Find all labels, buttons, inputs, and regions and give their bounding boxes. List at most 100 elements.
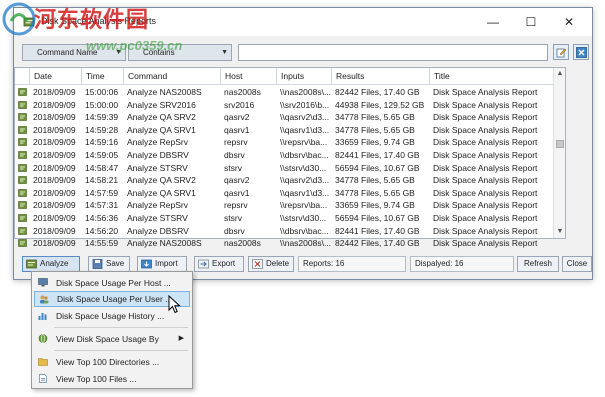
table-cell-title: Disk Space Analysis Report: [433, 225, 538, 236]
table-row[interactable]: 2018/09/09 14:59:05 Analyze DBSRV dbsrv \\db…: [15, 149, 553, 162]
table-row[interactable]: 2018/09/09 14:59:28 Analyze QA SRV1 qasrv1 \…: [15, 124, 553, 137]
table-cell-results: 82442 Files, 17.40 GB: [335, 87, 420, 97]
report-icon: [18, 226, 27, 235]
column-header-inputs[interactable]: Inputs: [276, 68, 331, 85]
table-cell-time: 15:00:06: [85, 87, 119, 97]
table-row[interactable]: 2018/09/09 14:59:39 Analyze QA SRV2 qasrv2 \…: [15, 111, 553, 124]
apply-filter-button[interactable]: [553, 44, 569, 60]
table-cell-command: Analyze STSRV: [127, 212, 188, 223]
table-cell-host: srv2016: [224, 99, 255, 110]
menu-item-top-files[interactable]: View Top 100 Files ...: [34, 371, 190, 387]
table-cell-command: Analyze DBSRV: [127, 225, 189, 236]
menu-item-usage-history[interactable]: Disk Space Usage History ...: [34, 308, 190, 324]
table-cell-command: Analyze QA SRV1: [127, 124, 196, 135]
table-cell-inputs: \\repsrv\ba...: [280, 137, 328, 148]
filter-field-select[interactable]: Command Name ▼: [22, 44, 126, 61]
displayed-count: Dispalyed: 16: [410, 256, 514, 272]
table-row[interactable]: 2018/09/09 14:58:21 Analyze QA SRV2 qasrv2 \…: [15, 174, 553, 187]
menu-separator: [54, 327, 188, 328]
menu-item-usage-per-host[interactable]: Disk Space Usage Per Host ...: [34, 275, 190, 291]
file-icon: [39, 374, 47, 383]
table-cell-host: nas2008s: [224, 87, 261, 97]
table-header: Date Time Command Host Inputs Results Ti…: [15, 68, 553, 85]
table-cell-title: Disk Space Analysis Report: [433, 162, 538, 173]
analyze-label: Analyze: [40, 259, 69, 268]
table-cell-time: 14:56:20: [85, 225, 119, 236]
table-row[interactable]: 2018/09/09 14:59:16 Analyze RepSrv repsrv \\…: [15, 136, 553, 149]
table-cell-title: Disk Space Analysis Report: [433, 238, 538, 249]
table-cell-time: 14:56:36: [85, 212, 119, 223]
table-cell-time: 14:59:05: [85, 149, 119, 160]
table-row[interactable]: 2018/09/09 14:57:31 Analyze RepSrv repsrv \\…: [15, 199, 553, 212]
import-button[interactable]: Import: [137, 256, 187, 272]
table-cell-results: 34778 Files, 5.65 GB: [335, 112, 415, 123]
export-button[interactable]: Export: [194, 256, 244, 272]
column-header-command[interactable]: Command: [123, 68, 220, 85]
filter-value-input[interactable]: [238, 44, 548, 61]
save-label: Save: [106, 259, 125, 268]
column-header-title[interactable]: Title: [429, 68, 555, 85]
table-cell-time: 14:57:59: [85, 187, 119, 198]
analyze-button[interactable]: Analyze: [22, 256, 80, 272]
table-cell-time: 15:00:00: [85, 99, 119, 110]
reports-count: Reports: 16: [298, 256, 406, 272]
close-window-button[interactable]: ✕: [554, 8, 584, 36]
table-cell-title: Disk Space Analysis Report: [433, 87, 538, 97]
reports-table: Date Time Command Host Inputs Results Ti…: [14, 67, 566, 248]
table-cell-results: 82441 Files, 17.40 GB: [335, 225, 420, 236]
clear-filter-button[interactable]: [573, 44, 589, 60]
minimize-button[interactable]: —: [478, 8, 508, 36]
analyze-dropdown-menu: Disk Space Usage Per Host ... Disk Space…: [31, 271, 193, 389]
table-cell-command: Analyze QA SRV1: [127, 187, 196, 198]
column-header-date[interactable]: Date: [29, 68, 81, 85]
analyze-icon: [26, 259, 37, 269]
vertical-scrollbar[interactable]: ▲ ▼: [553, 68, 565, 238]
column-header-host[interactable]: Host: [220, 68, 276, 85]
edit-icon: [556, 48, 567, 58]
window-title: Disk Space Analysis Reports: [41, 16, 157, 26]
table-cell-inputs: \\nas2008s\...: [280, 238, 331, 249]
table-cell-host: dbsrv: [224, 149, 245, 160]
table-cell-command: Analyze SRV2016: [127, 99, 196, 110]
table-cell-command: Analyze STSRV: [127, 162, 188, 173]
filter-operator-select[interactable]: Contains ▼: [128, 44, 232, 61]
table-row[interactable]: 2018/09/09 14:56:20 Analyze DBSRV dbsrv \\db…: [15, 225, 553, 238]
menu-item-usage-per-user[interactable]: Disk Space Usage Per User ...: [34, 291, 190, 307]
column-header-results[interactable]: Results: [331, 68, 429, 85]
table-cell-results: 82441 Files, 17.40 GB: [335, 149, 420, 160]
menu-item-view-usage-by[interactable]: View Disk Space Usage By ▶: [34, 331, 190, 347]
column-header-time[interactable]: Time: [81, 68, 123, 85]
table-row[interactable]: 2018/09/09 14:56:36 Analyze STSRV stsrv \\st…: [15, 212, 553, 225]
report-icon: [18, 125, 27, 134]
close-button[interactable]: Close: [562, 256, 592, 272]
report-icon: [18, 113, 27, 121]
table-row[interactable]: 2018/09/09 14:55:59 Analyze NAS2008S nas200…: [15, 237, 553, 250]
save-button[interactable]: Save: [88, 256, 130, 272]
table-row[interactable]: 2018/09/09 14:58:47 Analyze STSRV stsrv \\st…: [15, 162, 553, 175]
scroll-up-icon[interactable]: ▲: [554, 68, 566, 80]
table-cell-results: 56594 Files, 10.67 GB: [335, 162, 420, 173]
table-cell-inputs: \\stsrv\d30...: [280, 162, 327, 173]
menu-item-label: View Top 100 Directories ...: [56, 357, 160, 367]
table-cell-inputs: \\dbsrv\bac...: [280, 225, 329, 236]
report-icon: [18, 176, 27, 184]
delete-button[interactable]: Delete: [248, 256, 294, 272]
report-icon: [18, 214, 27, 222]
filter-field-value: Command Name: [37, 48, 98, 57]
table-row[interactable]: 2018/09/09 14:57:59 Analyze QA SRV1 qasrv1 \…: [15, 187, 553, 200]
table-row[interactable]: 2018/09/09 15:00:00 Analyze SRV2016 srv2016…: [15, 99, 553, 112]
table-row[interactable]: 2018/09/09 15:00:06 Analyze NAS2008S nas200…: [15, 86, 553, 99]
report-icon: [18, 239, 27, 247]
table-cell-inputs: \\repsrv\ba...: [280, 200, 328, 211]
table-cell-title: Disk Space Analysis Report: [433, 212, 538, 223]
maximize-button[interactable]: ☐: [516, 8, 546, 36]
table-cell-inputs: \\qasrv1\d3...: [280, 187, 330, 198]
report-icon: [18, 100, 27, 109]
menu-item-top-directories[interactable]: View Top 100 Directories ...: [34, 354, 190, 370]
scroll-thumb[interactable]: [556, 140, 564, 148]
title-bar[interactable]: Disk Space Analysis Reports — ☐ ✕: [14, 8, 592, 36]
report-icon: [18, 151, 27, 159]
refresh-button[interactable]: Refresh: [517, 256, 559, 272]
report-icon: [18, 201, 27, 210]
scroll-down-icon[interactable]: ▼: [554, 226, 566, 238]
